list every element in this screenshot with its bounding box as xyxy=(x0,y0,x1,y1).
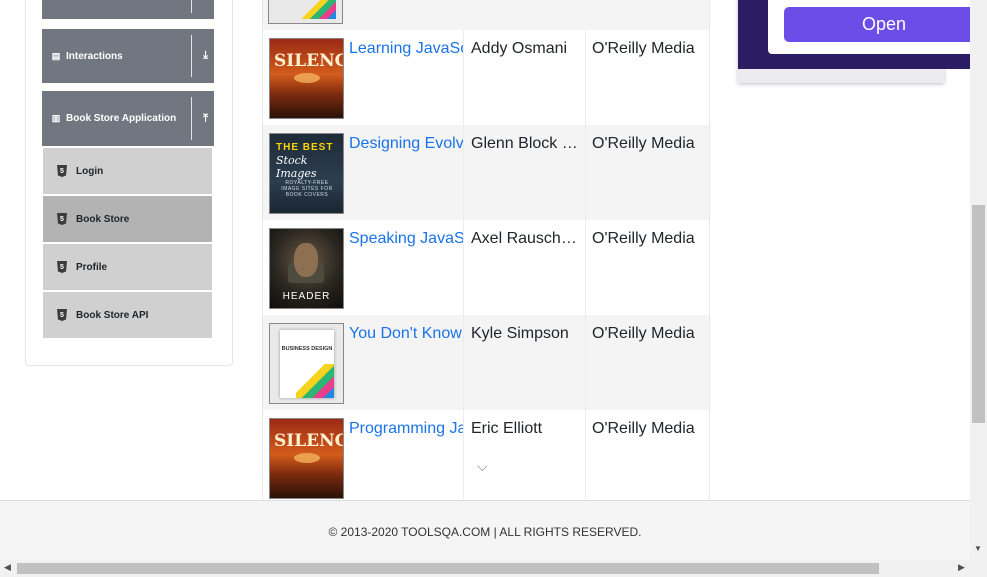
sidebar-item-login[interactable]: 5 Login xyxy=(43,148,212,194)
scrollbar-thumb[interactable] xyxy=(972,205,985,423)
table-row: BUSINESS DESIGN You Don't Know JS Kyle S… xyxy=(263,315,709,410)
book-author: Eric Elliott xyxy=(471,420,543,437)
table-row: THE BEST Stock Images ROYALTY-FREE IMAGE… xyxy=(263,125,709,220)
book-author: Glenn Block et al. xyxy=(471,135,583,152)
open-button[interactable]: Open xyxy=(784,7,984,42)
figure-face xyxy=(294,243,318,277)
scrollbar-thumb[interactable] xyxy=(17,563,879,574)
book-title-link[interactable]: Speaking JavaScript xyxy=(349,230,463,248)
book-publisher: O'Reilly Media xyxy=(592,230,695,247)
book-author: Kyle Simpson xyxy=(471,325,569,342)
column-divider xyxy=(585,220,586,315)
sidebar-group-book-store[interactable]: ▥ Book Store Application ⤒ xyxy=(42,91,214,146)
group-label: Interactions xyxy=(66,50,123,62)
column-divider xyxy=(585,30,586,125)
horizontal-scrollbar[interactable]: ◀ ▶ xyxy=(0,560,987,577)
html5-icon: 5 xyxy=(57,165,67,177)
cover-title: BUSINESS DESIGN xyxy=(281,346,333,352)
book-publisher: O'Reilly Media xyxy=(592,420,695,437)
sidebar-item-label: Book Store xyxy=(76,213,130,225)
book-title-link[interactable]: Programming JavaScript Applications xyxy=(349,420,463,438)
column-divider xyxy=(585,125,586,220)
column-divider xyxy=(585,410,586,500)
expand-arrow-icon[interactable]: ⤓ xyxy=(203,50,208,63)
book-publisher: O'Reilly Media xyxy=(592,325,695,342)
collapse-arrow-icon[interactable]: ⤒ xyxy=(203,112,208,125)
book-cover-image: BUSINESS DESIGN xyxy=(269,323,344,404)
book-title-link[interactable]: Designing Evolvable Web APIs with ASP.NE… xyxy=(349,135,463,153)
book-publisher: O'Reilly Media xyxy=(592,40,695,57)
column-divider xyxy=(463,410,464,500)
divider xyxy=(191,97,192,140)
book-cover-image: SILENCE xyxy=(269,38,344,119)
sidebar-group-interactions[interactable]: ▤ Interactions ⤓ xyxy=(42,29,214,83)
scroll-left-arrow-icon[interactable]: ◀ xyxy=(4,562,11,573)
sidebar-item-book-store-api[interactable]: 5 Book Store API xyxy=(43,292,212,338)
list-icon: ▤ xyxy=(51,50,61,61)
cover-title: SILENCE xyxy=(274,431,343,451)
scroll-down-arrow-icon[interactable]: ▼ xyxy=(974,544,982,553)
book-title-link[interactable]: Learning JavaScript Design Patterns xyxy=(349,40,463,58)
html5-icon: 5 xyxy=(57,213,67,225)
table-row: SILENCE Learning JavaScript Design Patte… xyxy=(263,30,709,125)
color-stripe xyxy=(298,0,336,19)
sidebar-item-label: Book Store API xyxy=(76,309,149,321)
book-mockup: BUSINESS DESIGN xyxy=(280,330,334,398)
html5-icon: 5 xyxy=(57,261,67,273)
column-divider xyxy=(463,315,464,410)
book-cover-image: SILENCE xyxy=(269,418,344,499)
cover-subtitle: Stock Images xyxy=(276,154,317,180)
group-label: Book Store Application xyxy=(66,113,177,124)
chevron-down-icon[interactable]: ⌵ xyxy=(477,458,488,475)
book-author: Addy Osmani xyxy=(471,40,568,57)
color-stripe xyxy=(296,364,334,398)
books-icon: ▥ xyxy=(51,113,61,123)
sidebar-group-partial[interactable] xyxy=(42,0,214,19)
cover-note: ROYALTY-FREE IMAGE SITES FOR BOOK COVERS xyxy=(281,180,333,198)
vertical-scrollbar[interactable]: ▼ xyxy=(970,0,987,560)
cover-title: THE BEST xyxy=(276,142,334,153)
table-row: SILENCE Programming JavaScript Applicati… xyxy=(263,410,709,500)
copyright-text: © 2013-2020 TOOLSQA.COM | ALL RIGHTS RES… xyxy=(328,525,642,539)
column-divider xyxy=(463,30,464,125)
sun-shape xyxy=(294,453,320,463)
books-table: SILENCE Learning JavaScript Design Patte… xyxy=(262,0,710,500)
ad-banner[interactable]: Open xyxy=(738,0,987,83)
column-divider xyxy=(463,220,464,315)
html5-icon: 5 xyxy=(57,309,67,321)
divider xyxy=(191,0,192,13)
book-title-link[interactable]: You Don't Know JS xyxy=(349,325,463,343)
book-author: Axel Rauschmayer xyxy=(471,230,583,247)
book-cover-image: THE BEST Stock Images ROYALTY-FREE IMAGE… xyxy=(269,133,344,214)
book-cover-image: HEADER xyxy=(269,228,344,309)
footer: © 2013-2020 TOOLSQA.COM | ALL RIGHTS RES… xyxy=(0,500,970,563)
sidebar-item-book-store[interactable]: 5 Book Store xyxy=(43,196,212,242)
column-divider xyxy=(585,315,586,410)
sidebar-item-profile[interactable]: 5 Profile xyxy=(43,244,212,290)
sidebar-item-label: Profile xyxy=(76,261,108,273)
scroll-right-arrow-icon[interactable]: ▶ xyxy=(958,562,965,573)
table-row: HEADER Speaking JavaScript Axel Rauschma… xyxy=(263,220,709,315)
column-divider xyxy=(463,125,464,220)
divider xyxy=(191,35,192,77)
sun-shape xyxy=(294,73,320,83)
book-cover-image-partial xyxy=(268,0,343,24)
book-publisher: O'Reilly Media xyxy=(592,135,695,152)
sidebar-item-label: Login xyxy=(76,165,104,177)
cover-title: HEADER xyxy=(282,291,331,302)
cover-title: SILENCE xyxy=(274,51,343,71)
